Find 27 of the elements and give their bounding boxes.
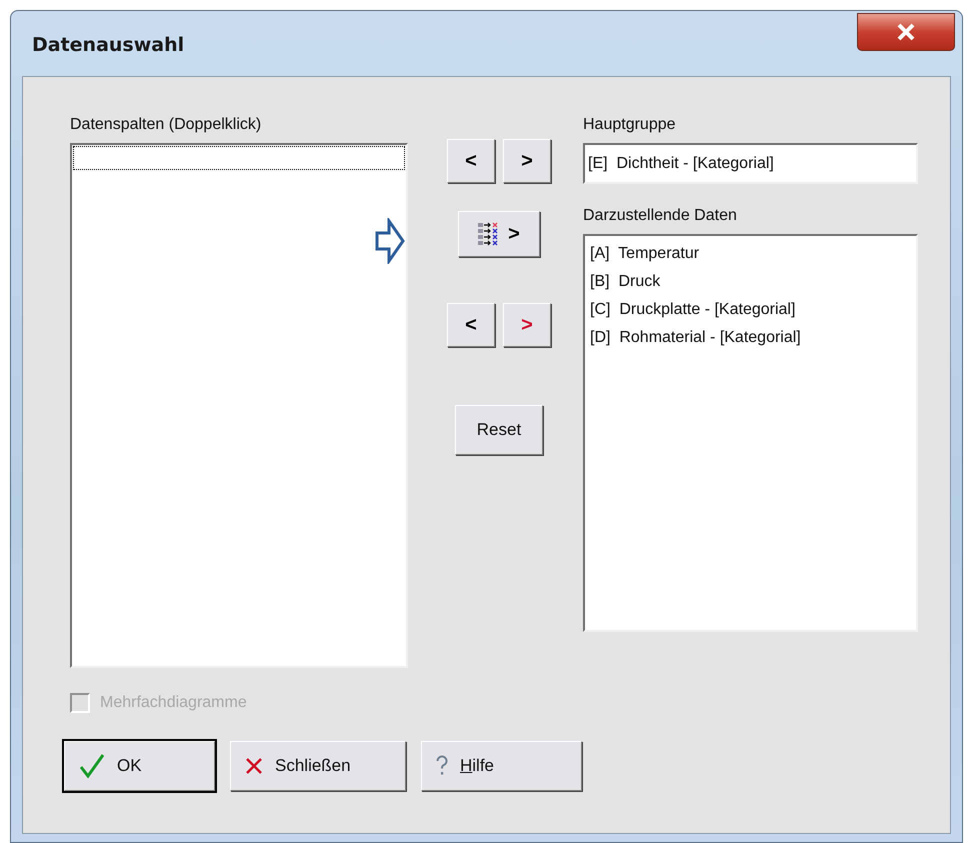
ok-button[interactable]: OK bbox=[64, 741, 215, 791]
list-label: Darzustellende Daten bbox=[583, 206, 738, 226]
cross-icon bbox=[245, 757, 263, 775]
list-item[interactable]: [A] Temperatur bbox=[590, 240, 911, 268]
field-label: Hauptgruppe bbox=[583, 115, 677, 135]
arrow-button[interactable]: > bbox=[503, 139, 551, 183]
arrow-button[interactable]: < bbox=[447, 139, 495, 183]
focused-list-row[interactable] bbox=[73, 146, 405, 170]
help-button[interactable]: Hilfe bbox=[421, 741, 582, 791]
list-item[interactable]: [C] Druckplatte - [Kategorial] bbox=[590, 296, 911, 324]
arrow-button[interactable]: > bbox=[503, 303, 551, 347]
reset-button[interactable]: Reset bbox=[455, 405, 543, 455]
close-button[interactable]: Schließen bbox=[230, 741, 406, 791]
list-item[interactable]: [B] Druck bbox=[590, 268, 911, 296]
help-icon bbox=[436, 755, 448, 777]
window-title: Datenauswahl bbox=[32, 33, 184, 58]
list-label: Datenspalten (Doppelklick) bbox=[70, 115, 262, 135]
checkmark-icon bbox=[79, 753, 105, 779]
right-arrow-icon bbox=[375, 218, 405, 264]
display-data-list[interactable]: [A] Temperatur [B] Druck [C] Druckplatte - [Kategorial] [D] Rohmaterial - [Kategorial] bbox=[583, 234, 918, 632]
list-item[interactable]: [D] Rohmaterial - [Kategorial] bbox=[590, 324, 911, 352]
transfer-all-button[interactable]: > bbox=[458, 211, 540, 257]
close-button[interactable] bbox=[857, 12, 955, 50]
arrow-button[interactable]: < bbox=[447, 303, 495, 347]
checkbox-label: Mehrfachdiagramme bbox=[100, 693, 247, 713]
main-group-field[interactable]: [E] Dichtheit - [Kategorial] bbox=[583, 143, 918, 184]
close-icon bbox=[896, 22, 916, 40]
